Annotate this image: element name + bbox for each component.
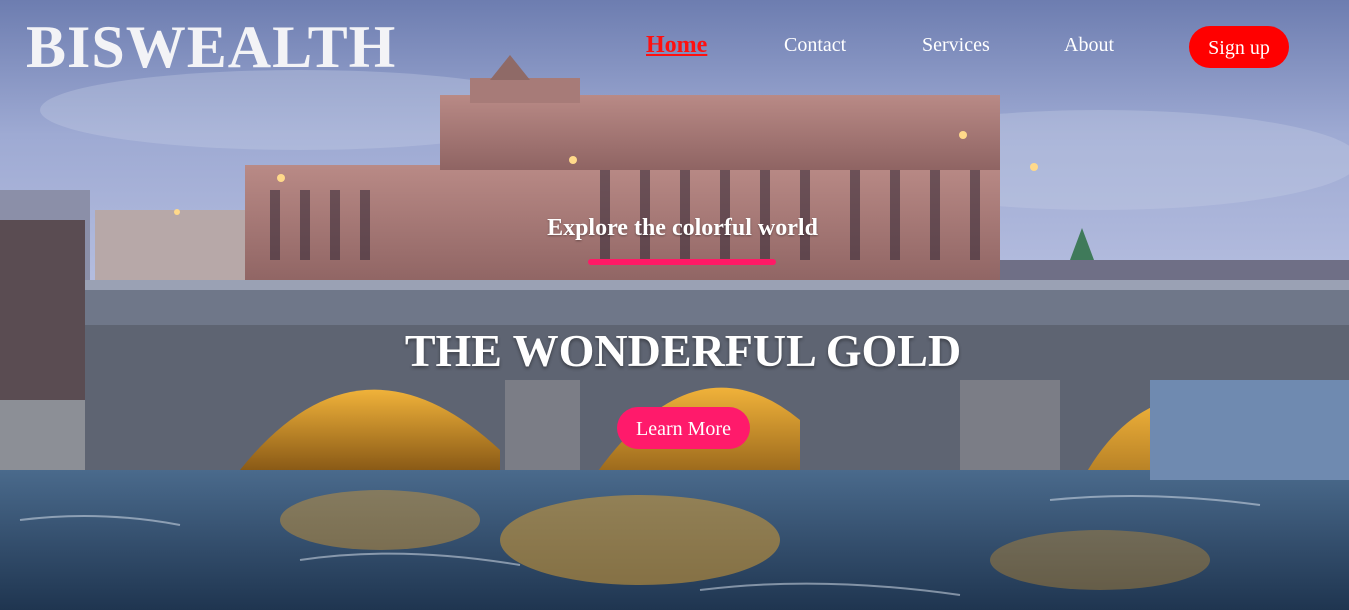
nav-about-link[interactable]: About <box>1064 34 1114 57</box>
background-photo <box>0 0 1349 610</box>
tagline-underline <box>588 259 776 265</box>
signup-button[interactable]: Sign up <box>1189 26 1289 68</box>
hero-tagline: Explore the colorful world <box>547 215 818 241</box>
hero-headline: THE WONDERFUL GOLD <box>404 325 962 376</box>
brand-logo[interactable]: BISWEALTH <box>26 12 396 82</box>
hero-section: BISWEALTH Home Contact Services About Si… <box>0 0 1349 610</box>
main-nav: Home Contact Services About Sign up <box>620 26 1300 70</box>
nav-home-link[interactable]: Home <box>646 32 707 59</box>
nav-services-link[interactable]: Services <box>922 34 990 57</box>
learn-more-button[interactable]: Learn More <box>617 407 750 449</box>
nav-contact-link[interactable]: Contact <box>784 34 846 57</box>
